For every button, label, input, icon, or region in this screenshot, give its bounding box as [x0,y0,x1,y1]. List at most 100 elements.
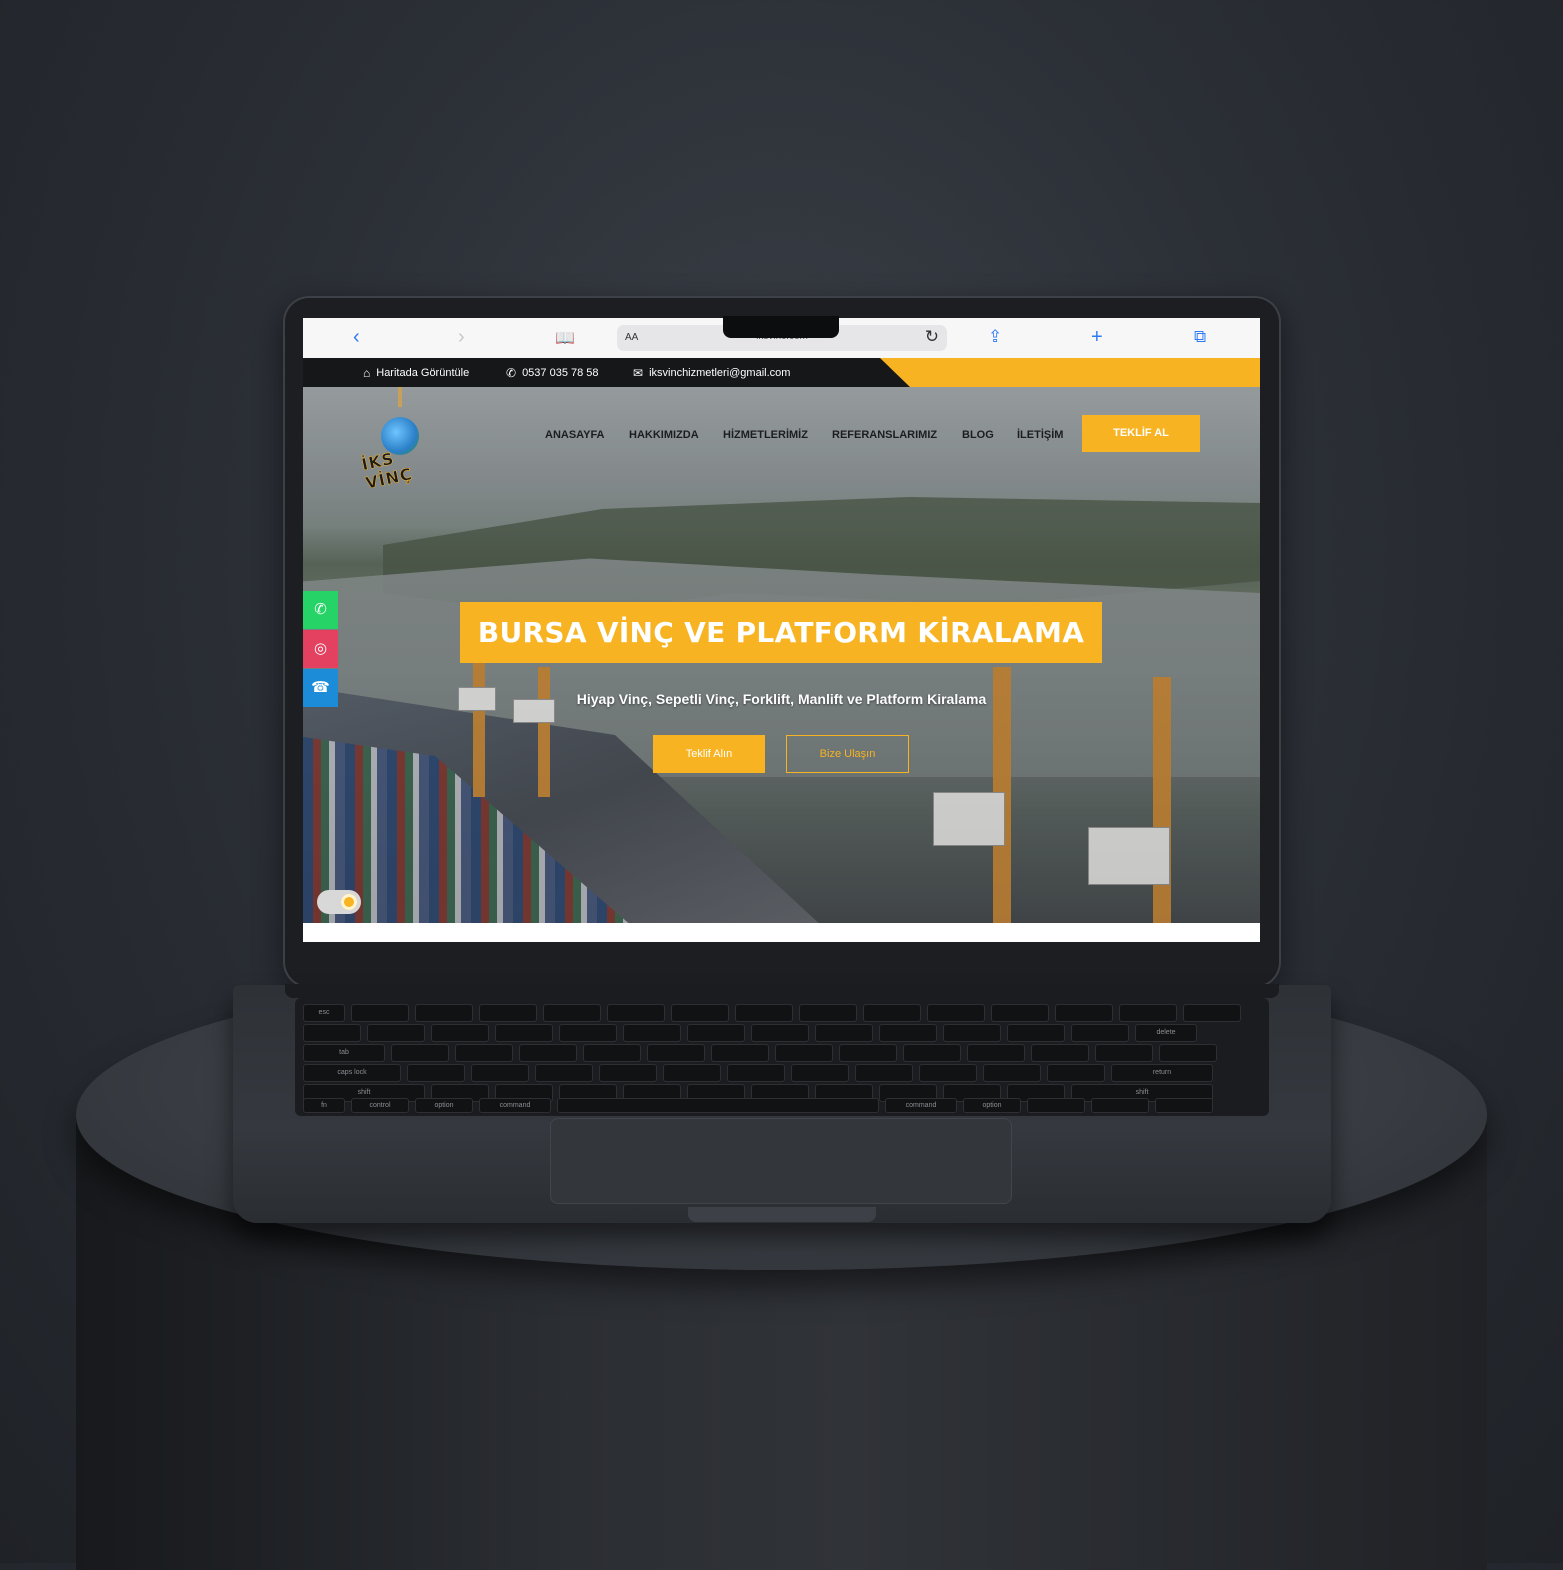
key [303,1024,361,1042]
phone-icon: ✆ [506,366,517,380]
key [991,1004,1049,1022]
key [535,1064,593,1082]
key [727,1064,785,1082]
email-address: iksvinchizmetleri@gmail.com [649,367,791,379]
email-link[interactable]: ✉ iksvinchizmetleri@gmail.com [633,366,790,380]
topbar-accent [880,358,1260,387]
key [351,1004,409,1022]
key [607,1004,665,1022]
key: option [963,1098,1021,1113]
key [839,1044,897,1062]
instagram-icon[interactable]: ◎ [303,630,338,668]
nav-referanslarimiz[interactable]: REFERANSLARIMIZ [832,429,937,441]
key [663,1064,721,1082]
key [751,1024,809,1042]
page-below-fold [303,923,1260,942]
key [711,1044,769,1062]
plus-icon[interactable]: + [1091,326,1103,348]
key [799,1004,857,1022]
key [1091,1098,1149,1113]
key-row: fn control option command command option [303,1098,1213,1113]
hero-subtitle: Hiyap Vinç, Sepetli Vinç, Forklift, Manl… [576,691,987,707]
nav-anasayfa[interactable]: ANASAYFA [545,429,605,441]
theme-toggle[interactable] [317,890,361,914]
whatsapp-icon[interactable]: ✆ [303,591,338,629]
key [1007,1024,1065,1042]
key: fn [303,1098,345,1113]
key [455,1044,513,1062]
key [1155,1098,1213,1113]
nav-hakkimizda[interactable]: HAKKIMIZDA [629,429,699,441]
nav-hizmetlerimiz[interactable]: HİZMETLERİMİZ [723,429,808,441]
home-icon: ⌂ [363,366,371,380]
laptop-hinge [285,984,1279,998]
laptop-front-notch [688,1207,876,1222]
key [1095,1044,1153,1062]
key [855,1064,913,1082]
key [583,1044,641,1062]
key [543,1004,601,1022]
key [927,1004,985,1022]
key [415,1004,473,1022]
sun-icon [341,894,357,910]
key [671,1004,729,1022]
key: option [415,1098,473,1113]
nav-blog[interactable]: BLOG [962,429,994,441]
key [863,1004,921,1022]
key [791,1064,849,1082]
teklif-alin-button[interactable]: Teklif Alın [653,735,765,773]
get-quote-button[interactable]: TEKLİF AL [1082,415,1200,452]
trackpad [550,1118,1012,1204]
key [919,1064,977,1082]
map-link[interactable]: ⌂ Haritada Görüntüle [363,366,469,380]
key [815,1024,873,1042]
crane-hook-icon [398,387,402,407]
phone-number: 0537 035 78 58 [522,367,599,379]
key [1119,1004,1177,1022]
key [479,1004,537,1022]
key [431,1024,489,1042]
key [1159,1044,1217,1062]
key: command [479,1098,551,1113]
key [599,1064,657,1082]
key [559,1024,617,1042]
laptop-screen: ‹ › 📖 AA iksvinc.com ↻ ⇪ + ⧉ ⌂ Haritada … [303,318,1260,942]
chevron-right-icon[interactable]: › [458,326,465,348]
key: return [1111,1064,1213,1082]
key [391,1044,449,1062]
key [495,1024,553,1042]
key: caps lock [303,1064,401,1082]
key [735,1004,793,1022]
phone-call-icon[interactable]: ☎ [303,669,338,707]
hero-section: İKS VİNÇ ANASAYFA HAKKIMIZDA HİZMETLERİM… [303,387,1260,923]
mail-icon: ✉ [633,366,644,380]
spacebar [557,1098,879,1113]
key [519,1044,577,1062]
site-logo[interactable]: İKS VİNÇ [360,387,441,493]
key-row: esc [303,1004,1241,1022]
key [1031,1044,1089,1062]
key [967,1044,1025,1062]
key [903,1044,961,1062]
camera-notch [723,316,839,338]
hero-title: BURSA VİNÇ VE PLATFORM KİRALAMA [460,602,1102,663]
key [983,1064,1041,1082]
book-icon[interactable]: 📖 [555,328,575,350]
nav-iletisim[interactable]: İLETİŞİM [1017,429,1063,441]
key: control [351,1098,409,1113]
key-row: tab [303,1044,1217,1062]
tabs-icon[interactable]: ⧉ [1194,326,1206,348]
key: esc [303,1004,345,1022]
share-icon[interactable]: ⇪ [988,326,1002,348]
chevron-left-icon[interactable]: ‹ [353,326,360,348]
key [1055,1004,1113,1022]
key [1183,1004,1241,1022]
phone-link[interactable]: ✆ 0537 035 78 58 [506,366,599,380]
key: delete [1135,1024,1197,1042]
map-label: Haritada Görüntüle [376,367,470,379]
key [879,1024,937,1042]
key [407,1064,465,1082]
bize-ulasin-button[interactable]: Bize Ulaşın [786,735,909,773]
reload-icon[interactable]: ↻ [925,327,939,347]
key [1027,1098,1085,1113]
